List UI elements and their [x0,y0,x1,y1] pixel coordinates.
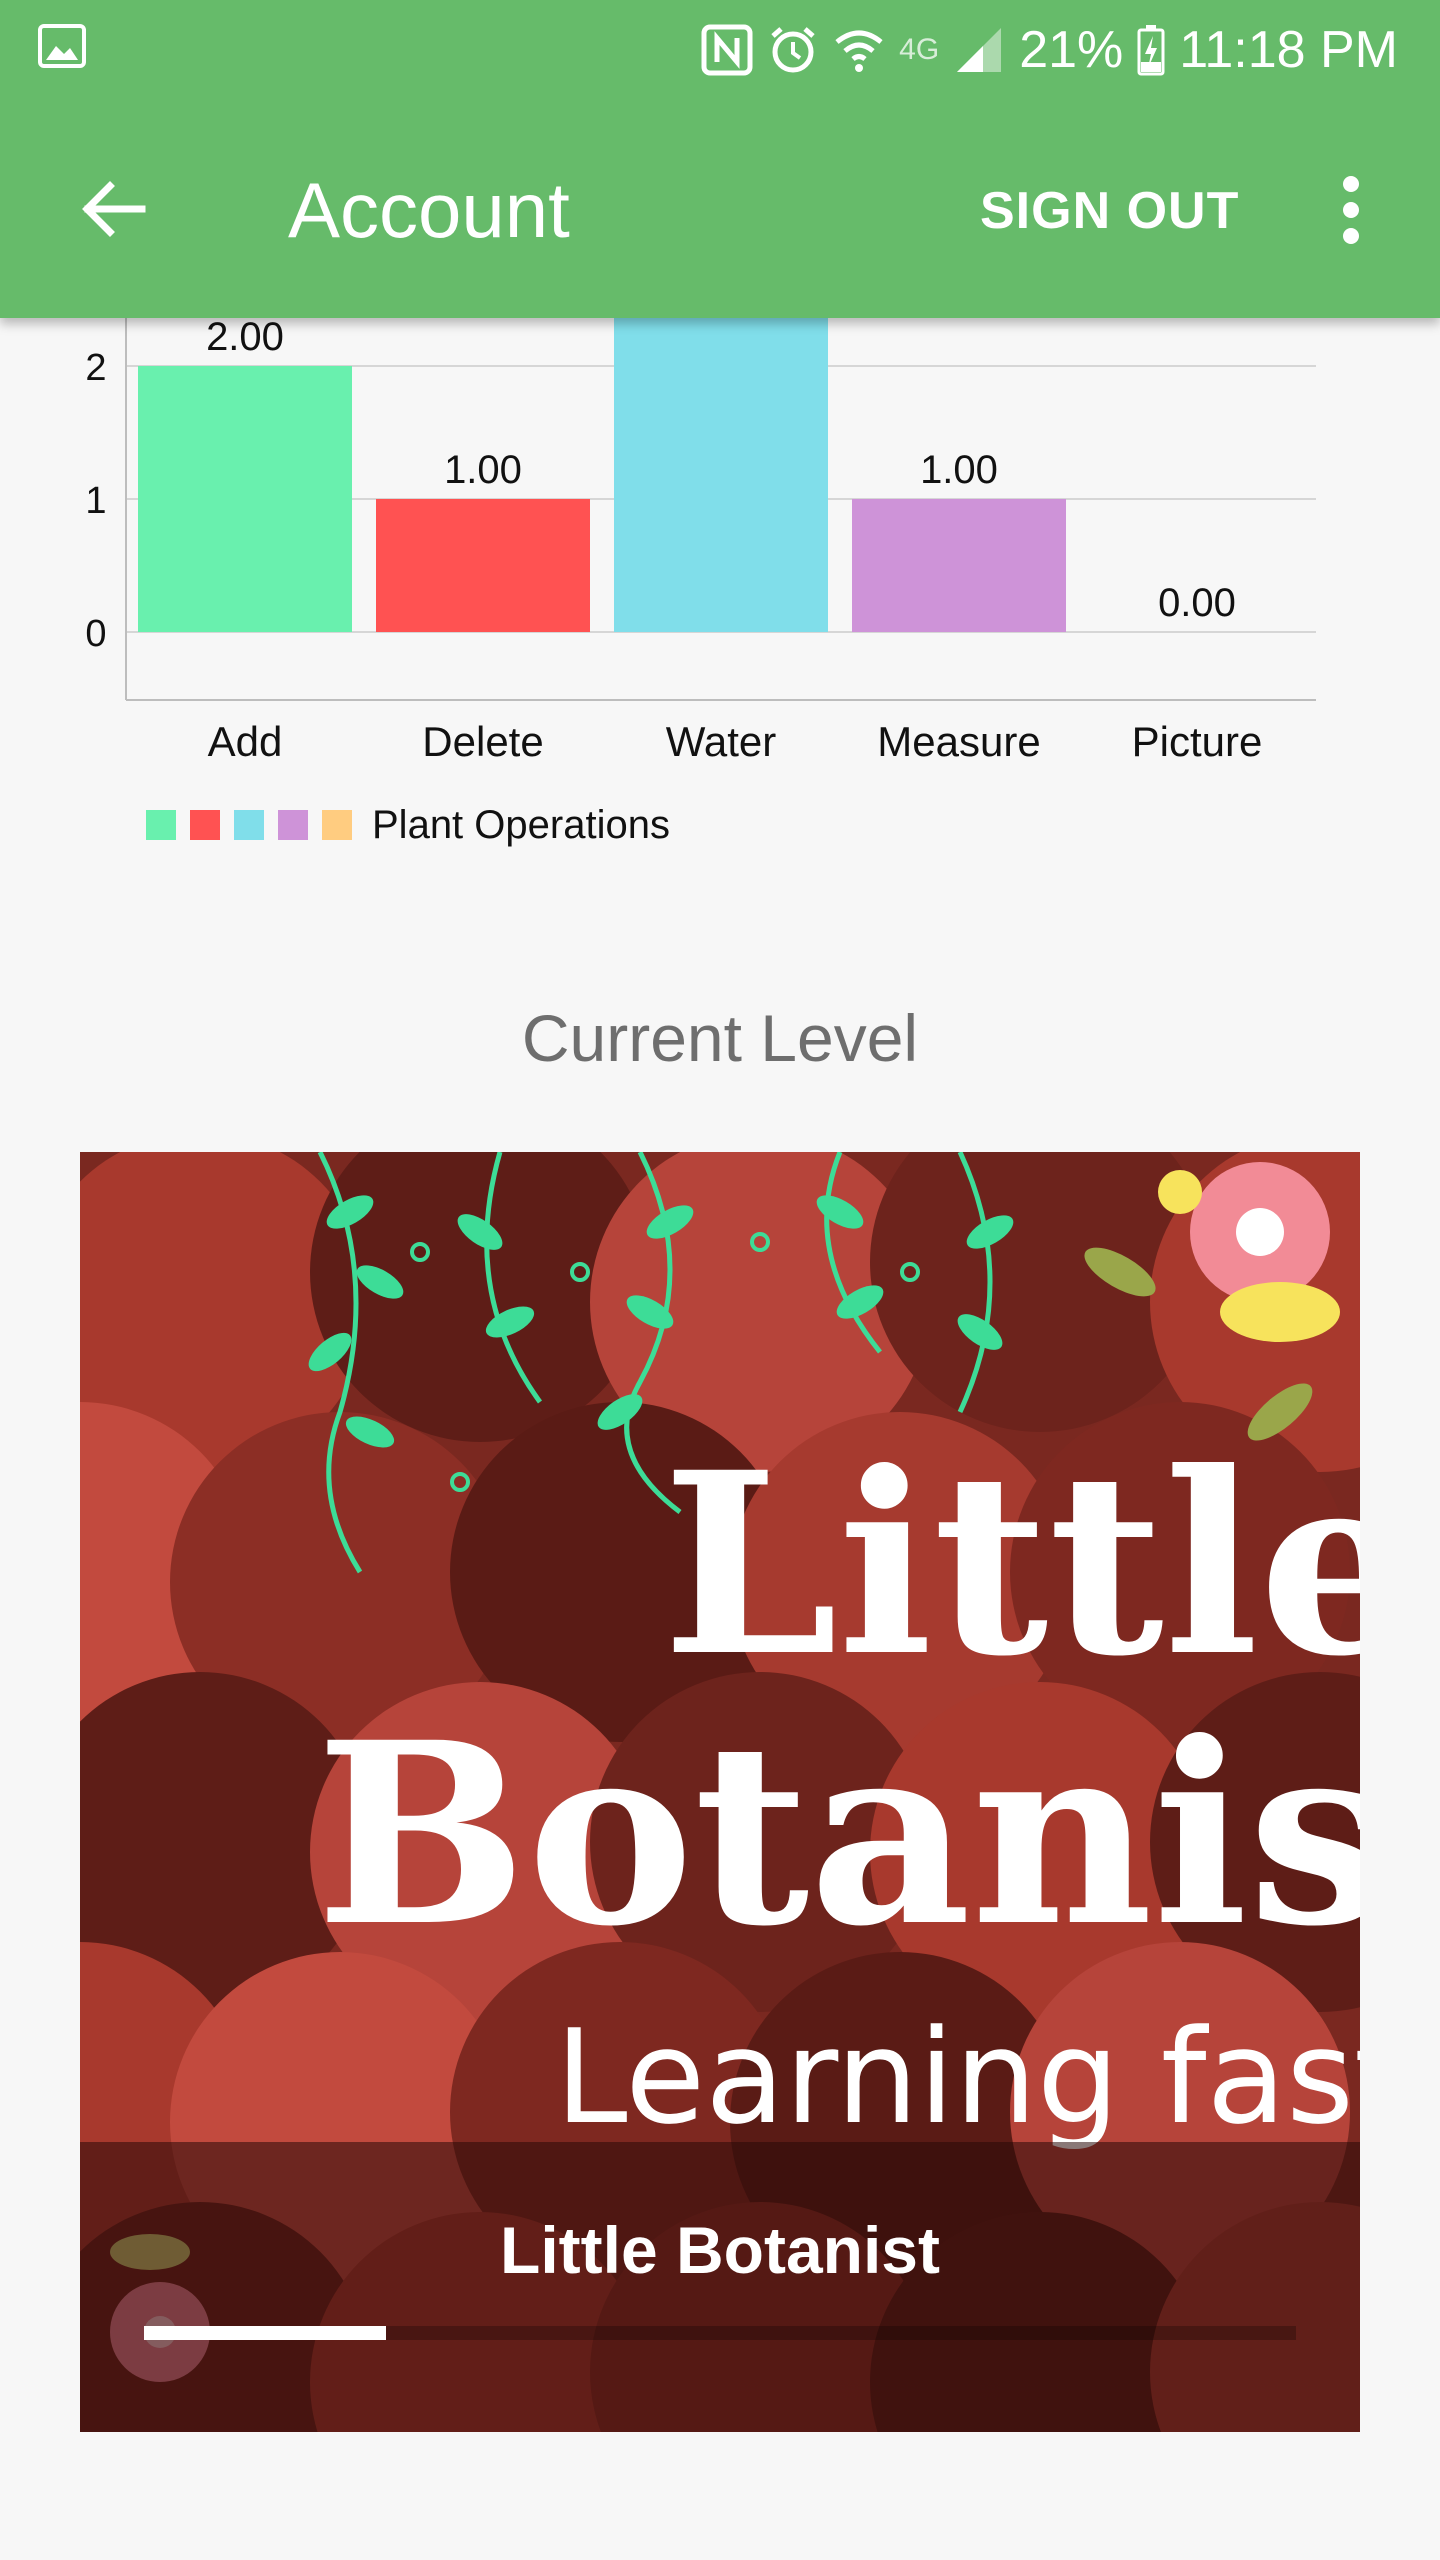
more-vert-icon [1343,176,1359,244]
level-name: Little Botanist [500,2213,940,2287]
level-progress-fill [144,2326,386,2340]
x-tick-label: Water [666,718,776,765]
bar-delete [376,499,590,632]
battery-charging-icon [1137,25,1165,76]
network-type-label: 4G [899,33,940,66]
y-tick-label: 1 [85,480,106,522]
bar-add [138,366,352,632]
bar-value-label: 1.00 [444,448,522,492]
bar-chart-svg: 0 1 2 2.00 Add 1.00 Delete Water 1.00 Measure 0.00… [85,233,1316,765]
battery-percent: 21% [1019,21,1124,79]
bar-value-label: 0.00 [1158,581,1236,625]
legend-swatches [146,810,366,840]
arrow-back-icon [82,181,146,237]
legend-swatch [278,810,308,840]
page-title: Account [288,166,570,254]
legend-swatch [322,810,352,840]
badge-line-1: Little [662,1417,1360,1711]
badge-line-3: Learning fast [555,2001,1360,2153]
cell-signal-icon [957,28,1002,72]
status-icons: 4G 21% 11:18 PM [701,18,1398,82]
clock: 11:18 PM [1179,21,1398,79]
legend-label: Plant Operations [372,802,670,847]
wifi-icon [835,30,883,72]
back-button[interactable] [58,154,168,264]
level-card[interactable]: Little Botanist Learning fast Little Bot… [80,1152,1360,2432]
overflow-menu-button[interactable] [1316,160,1386,260]
bar-value-label: 2.00 [206,318,284,359]
account-screen: 4G 21% 11:18 PM Account SIGN OUT 0 1 2 2… [0,0,1440,2560]
sign-out-button[interactable]: SIGN OUT [980,176,1239,246]
toolbar: Account SIGN OUT [0,96,1440,318]
legend-swatch [146,810,176,840]
app-bar: 4G 21% 11:18 PM Account SIGN OUT [0,0,1440,318]
x-tick-label: Delete [422,718,543,765]
bar-water [614,233,828,632]
x-tick-label: Measure [877,718,1040,765]
legend-swatch [190,810,220,840]
gallery-notification-icon [38,24,86,68]
y-tick-label: 0 [85,613,106,655]
current-level-heading: Current Level [521,1001,919,1075]
chart-legend: Plant Operations [146,800,670,850]
plant-operations-chart: 0 1 2 2.00 Add 1.00 Delete Water 1.00 Measure 0.00… [0,233,1440,878]
alarm-icon [771,27,815,73]
legend-swatch [234,810,264,840]
x-tick-label: Add [208,718,283,765]
x-tick-label: Picture [1132,718,1263,765]
badge-line-2: Botanist [316,1687,1360,1981]
level-progress-bar [144,2326,1296,2340]
status-bar: 4G 21% 11:18 PM [0,0,1440,96]
y-tick-label: 2 [85,347,106,389]
bar-value-label: 1.00 [920,448,998,492]
bar-measure [852,499,1066,632]
level-card-footer: Little Botanist [80,2142,1360,2432]
nfc-icon [701,24,753,76]
